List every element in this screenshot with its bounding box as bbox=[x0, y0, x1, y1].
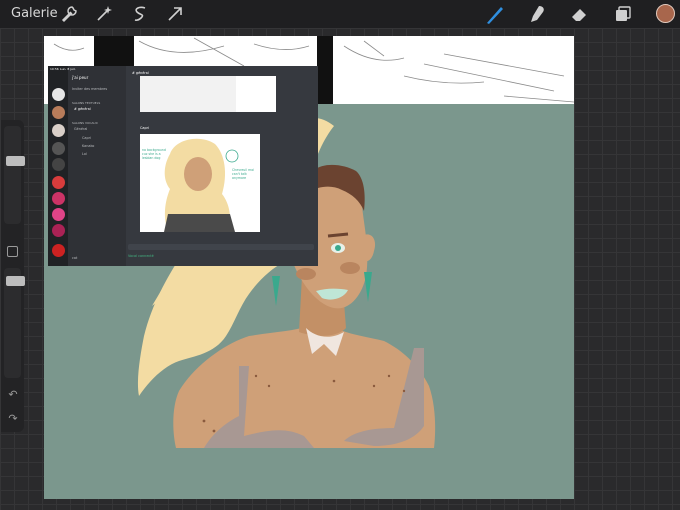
undo-icon[interactable]: ↶ bbox=[6, 388, 20, 402]
reference-screenshot: j'ai peur Inviter des membres SALONS TEX… bbox=[48, 66, 318, 266]
opacity-thumb[interactable] bbox=[6, 276, 25, 286]
attached-screenshot bbox=[236, 76, 276, 112]
magic-wand-icon[interactable] bbox=[93, 3, 115, 25]
status-time: 10:56 bbox=[50, 67, 59, 71]
status-date: Lun. 8 juil. bbox=[60, 67, 76, 71]
top-toolbar: Galerie bbox=[0, 0, 680, 28]
sketch-dark-block bbox=[94, 36, 134, 66]
attached-sketch bbox=[140, 76, 236, 112]
gallery-button[interactable]: Galerie bbox=[11, 6, 58, 21]
invite-text: Inviter des membres bbox=[72, 87, 108, 91]
brush-icon[interactable] bbox=[484, 3, 506, 25]
side-toolbar: ↶ ↷ bbox=[1, 120, 25, 432]
text-channel: # général bbox=[74, 107, 91, 111]
color-swatch[interactable] bbox=[656, 4, 675, 23]
opacity-slider[interactable] bbox=[4, 268, 25, 378]
note-left: no background cuz she is a lesbian dog bbox=[142, 148, 166, 160]
modify-square-icon[interactable] bbox=[7, 246, 18, 257]
right-iris bbox=[335, 245, 341, 251]
right-brow bbox=[327, 232, 349, 238]
selection-icon[interactable] bbox=[129, 3, 151, 25]
brush-size-thumb[interactable] bbox=[6, 156, 25, 166]
server-icon bbox=[52, 88, 65, 101]
message-input bbox=[128, 244, 314, 250]
voice-channel: Général bbox=[74, 127, 88, 131]
ear bbox=[362, 234, 376, 262]
redo-icon[interactable]: ↷ bbox=[6, 412, 20, 426]
server-icon bbox=[52, 208, 65, 221]
attached-drawing: no background cuz she is a lesbian dog C… bbox=[140, 134, 260, 232]
server-icon bbox=[52, 158, 65, 171]
left-blush bbox=[296, 268, 316, 280]
server-name: j'ai peur bbox=[72, 75, 89, 80]
earring-right bbox=[364, 272, 372, 302]
voice-member: Kanako bbox=[82, 144, 95, 148]
message-author: Capri bbox=[140, 126, 149, 130]
layers-icon[interactable] bbox=[612, 3, 634, 25]
transform-arrow-icon[interactable] bbox=[164, 3, 186, 25]
voice-category: SALONS VOCAUX bbox=[72, 121, 98, 125]
eraser-icon[interactable] bbox=[568, 3, 590, 25]
server-icon bbox=[52, 192, 65, 205]
server-list bbox=[48, 66, 68, 266]
server-icon bbox=[52, 244, 65, 257]
chat-channel: # général bbox=[132, 71, 149, 75]
server-icon bbox=[52, 176, 65, 189]
voice-member: Lol bbox=[82, 152, 87, 156]
earring-left bbox=[272, 276, 280, 306]
channel-list: j'ai peur Inviter des membres SALONS TEX… bbox=[68, 66, 126, 266]
text-category: SALONS TEXTUELS bbox=[72, 101, 101, 105]
voice-member: Capri bbox=[82, 136, 91, 140]
server-icon bbox=[52, 124, 65, 137]
smudge-icon[interactable] bbox=[526, 3, 548, 25]
user-name: cat bbox=[72, 256, 78, 260]
wrench-icon[interactable] bbox=[58, 3, 80, 25]
server-icon bbox=[52, 106, 65, 119]
voice-status: Vocal connecté bbox=[128, 254, 154, 258]
right-blush bbox=[340, 262, 360, 274]
brush-size-slider[interactable] bbox=[4, 126, 25, 224]
sketch-divider bbox=[317, 36, 333, 104]
server-icon bbox=[52, 224, 65, 237]
note-right: Chevreuil moi can't talk anymore bbox=[232, 168, 255, 180]
server-icon bbox=[52, 142, 65, 155]
procreate-app: j'ai peur Inviter des membres SALONS TEX… bbox=[0, 0, 680, 510]
